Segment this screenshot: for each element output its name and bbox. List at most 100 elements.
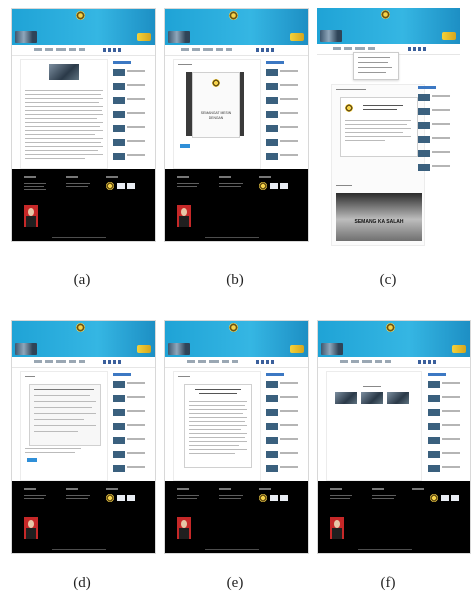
sidebar-thumb[interactable]: [418, 150, 430, 157]
nav-item[interactable]: [355, 47, 365, 50]
sidebar-link[interactable]: [127, 466, 145, 468]
sidebar-link[interactable]: [127, 452, 145, 454]
nav-item[interactable]: [69, 360, 76, 363]
nav-item[interactable]: [222, 360, 229, 363]
sidebar-thumb[interactable]: [418, 136, 430, 143]
sidebar-link[interactable]: [280, 410, 298, 412]
sidebar-link[interactable]: [442, 452, 460, 454]
sidebar-thumb[interactable]: [266, 125, 278, 132]
sidebar-link[interactable]: [280, 438, 298, 440]
sidebar-thumb[interactable]: [428, 395, 440, 402]
nav-item[interactable]: [351, 360, 359, 363]
sidebar-link[interactable]: [280, 382, 298, 384]
sidebar-link[interactable]: [127, 140, 145, 142]
nav-item[interactable]: [34, 48, 42, 51]
sidebar-link[interactable]: [127, 70, 145, 72]
sidebar-link[interactable]: [432, 137, 450, 139]
sidebar-thumb[interactable]: [266, 437, 278, 444]
nav-item[interactable]: [56, 360, 66, 363]
sidebar-thumb[interactable]: [113, 395, 125, 402]
sidebar-link[interactable]: [280, 154, 298, 156]
sidebar-link[interactable]: [432, 123, 450, 125]
nav-item[interactable]: [181, 48, 189, 51]
menu-item[interactable]: [358, 67, 392, 69]
nav-item[interactable]: [203, 48, 213, 51]
nav-item[interactable]: [187, 360, 195, 363]
sidebar-link[interactable]: [127, 112, 145, 114]
sidebar-link[interactable]: [127, 396, 145, 398]
nav-item[interactable]: [69, 48, 76, 51]
sidebar-link[interactable]: [127, 382, 145, 384]
sidebar-link[interactable]: [280, 424, 298, 426]
sidebar-link[interactable]: [280, 84, 298, 86]
nav-item[interactable]: [216, 48, 223, 51]
sidebar-thumb[interactable]: [113, 125, 125, 132]
sidebar-thumb[interactable]: [266, 465, 278, 472]
sidebar-thumb[interactable]: [113, 451, 125, 458]
nav-item[interactable]: [368, 47, 375, 50]
nav-item[interactable]: [209, 360, 219, 363]
menu-item[interactable]: [358, 62, 388, 64]
sidebar-link[interactable]: [442, 424, 460, 426]
sidebar-link[interactable]: [280, 70, 298, 72]
sidebar-thumb[interactable]: [266, 83, 278, 90]
sidebar-link[interactable]: [127, 424, 145, 426]
sidebar-thumb[interactable]: [113, 423, 125, 430]
menu-item[interactable]: [358, 57, 390, 59]
sidebar-thumb[interactable]: [113, 409, 125, 416]
sidebar-thumb[interactable]: [266, 381, 278, 388]
sidebar-link[interactable]: [432, 109, 450, 111]
sidebar-link[interactable]: [127, 438, 145, 440]
sidebar-link[interactable]: [127, 154, 145, 156]
nav-item[interactable]: [56, 48, 66, 51]
sidebar-link[interactable]: [442, 438, 460, 440]
sidebar-link[interactable]: [280, 452, 298, 454]
sidebar-link[interactable]: [127, 410, 145, 412]
gallery-photo[interactable]: [387, 392, 409, 404]
social-icons[interactable]: [103, 360, 121, 364]
nav-item[interactable]: [232, 360, 238, 363]
social-icons[interactable]: [418, 360, 436, 364]
download-button[interactable]: [27, 458, 37, 462]
nav-dropdown-menu[interactable]: [353, 52, 399, 80]
nav-item[interactable]: [192, 48, 200, 51]
sidebar-thumb[interactable]: [418, 94, 430, 101]
nav-item[interactable]: [344, 47, 352, 50]
sidebar-link[interactable]: [280, 466, 298, 468]
sidebar-link[interactable]: [432, 165, 450, 167]
sidebar-thumb[interactable]: [113, 381, 125, 388]
download-button[interactable]: [180, 144, 190, 148]
nav-item[interactable]: [385, 360, 391, 363]
sidebar-thumb[interactable]: [428, 437, 440, 444]
sidebar-thumb[interactable]: [113, 83, 125, 90]
social-icons[interactable]: [103, 48, 121, 52]
sidebar-link[interactable]: [432, 95, 450, 97]
sidebar-thumb[interactable]: [113, 139, 125, 146]
sidebar-link[interactable]: [127, 98, 145, 100]
nav-item[interactable]: [45, 48, 53, 51]
sidebar-thumb[interactable]: [266, 139, 278, 146]
sidebar-thumb[interactable]: [113, 97, 125, 104]
sidebar-thumb[interactable]: [113, 465, 125, 472]
sidebar-thumb[interactable]: [428, 465, 440, 472]
sidebar-thumb[interactable]: [266, 69, 278, 76]
nav-item[interactable]: [79, 48, 85, 51]
sidebar-link[interactable]: [280, 140, 298, 142]
nav-item[interactable]: [226, 48, 232, 51]
sidebar-link[interactable]: [127, 84, 145, 86]
sidebar-link[interactable]: [280, 98, 298, 100]
sidebar-thumb[interactable]: [266, 395, 278, 402]
menu-item[interactable]: [358, 72, 386, 74]
sidebar-thumb[interactable]: [418, 108, 430, 115]
sidebar-link[interactable]: [280, 126, 298, 128]
sidebar-link[interactable]: [280, 112, 298, 114]
sidebar-link[interactable]: [442, 410, 460, 412]
sidebar-thumb[interactable]: [113, 111, 125, 118]
sidebar-link[interactable]: [280, 396, 298, 398]
gallery-photo[interactable]: [361, 392, 383, 404]
sidebar-thumb[interactable]: [266, 409, 278, 416]
nav-item[interactable]: [198, 360, 206, 363]
social-icons[interactable]: [256, 360, 274, 364]
sidebar-thumb[interactable]: [266, 451, 278, 458]
sidebar-thumb[interactable]: [266, 111, 278, 118]
